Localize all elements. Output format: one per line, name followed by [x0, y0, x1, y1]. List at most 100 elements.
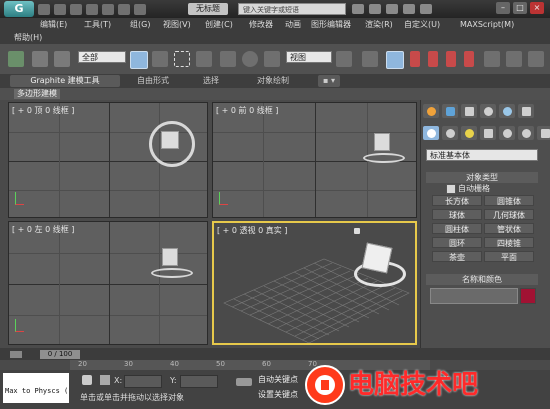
menu-item[interactable]: MAXScript(M) [460, 20, 514, 30]
select-manipulate-icon[interactable] [362, 51, 378, 67]
menu-item[interactable]: 工具(T) [84, 20, 111, 30]
viewport-perspective[interactable]: [ + 0 透视 0 真实 ] [212, 221, 417, 345]
polygon-modeling-label[interactable]: 多边形建模 [14, 89, 60, 99]
menu-item[interactable]: 组(G) [130, 20, 150, 30]
view-cube-icon[interactable] [361, 242, 393, 274]
search-icon[interactable] [352, 4, 364, 14]
search-input[interactable]: 键入关键字或短语 [238, 3, 346, 15]
primitive-type-dropdown[interactable]: 标准基本体 [426, 149, 538, 161]
select-move-icon[interactable] [220, 51, 236, 67]
viewport-label[interactable]: [ + 0 前 0 线框 ] [216, 105, 278, 116]
ribbon-options-icon[interactable]: ▪ ▾ [318, 75, 340, 87]
tab-freeform[interactable]: 自由形式 [128, 75, 178, 87]
primitive-button[interactable]: 茶壶 [432, 251, 482, 262]
help-icon[interactable] [420, 4, 432, 14]
open-file-icon[interactable] [54, 3, 66, 15]
primitive-button[interactable]: 长方体 [432, 195, 482, 206]
curve-editor-icon[interactable] [10, 351, 22, 358]
set-key-button[interactable]: 设置关键点 [258, 389, 298, 400]
menu-item[interactable]: 创建(C) [205, 20, 233, 30]
shapes-icon[interactable] [442, 126, 458, 140]
pivot-icon[interactable] [336, 51, 352, 67]
menu-item[interactable]: 视图(V) [163, 20, 191, 30]
select-scale-icon[interactable] [264, 51, 280, 67]
menu-item[interactable]: 图形编辑器 [311, 20, 351, 30]
app-logo-icon[interactable]: G [4, 1, 34, 17]
key-icon[interactable] [236, 378, 252, 386]
menu-item-help[interactable]: 帮助(H) [14, 33, 42, 43]
select-object-icon[interactable] [130, 51, 148, 69]
primitive-button[interactable]: 圆锥体 [484, 195, 534, 206]
primitive-button[interactable]: 圆柱体 [432, 223, 482, 234]
x-coord-input[interactable] [124, 375, 162, 388]
primitive-button[interactable]: 圆环 [432, 237, 482, 248]
utilities-tab-icon[interactable] [518, 104, 534, 118]
communication-icon[interactable] [386, 4, 398, 14]
tab-graphite-modeling[interactable]: Graphite 建模工具 [10, 75, 120, 87]
lights-icon[interactable] [461, 126, 477, 140]
new-file-icon[interactable] [38, 3, 50, 15]
viewport-label[interactable]: [ + 0 左 0 线框 ] [12, 224, 74, 235]
unlink-icon[interactable] [54, 51, 70, 67]
percent-snap-icon[interactable] [446, 51, 456, 67]
helpers-icon[interactable] [499, 126, 515, 140]
absolute-mode-icon[interactable] [100, 375, 110, 385]
home-icon[interactable] [354, 228, 360, 234]
reference-coordinate-dropdown[interactable]: 视图 [286, 51, 332, 63]
lock-selection-icon[interactable] [82, 375, 92, 385]
view-cube-icon[interactable] [374, 133, 390, 151]
menu-item[interactable]: 修改器 [249, 20, 273, 30]
menu-item[interactable]: 渲染(R) [365, 20, 393, 30]
cameras-icon[interactable] [480, 126, 496, 140]
spinner-snap-icon[interactable] [464, 51, 474, 67]
object-type-rollout-header[interactable]: 对象类型 [426, 172, 538, 183]
systems-icon[interactable] [537, 126, 550, 140]
viewport-top[interactable]: [ + 0 顶 0 线框 ] [8, 102, 208, 218]
snap-toggle-icon[interactable] [410, 51, 420, 67]
minimize-icon[interactable]: – [496, 2, 510, 14]
select-rotate-icon[interactable] [242, 51, 258, 67]
project-folder-icon[interactable] [118, 3, 130, 15]
object-color-swatch[interactable] [520, 288, 536, 304]
redo-icon[interactable] [102, 3, 114, 15]
viewport-label[interactable]: [ + 0 顶 0 线框 ] [12, 105, 74, 116]
name-color-rollout-header[interactable]: 名称和颜色 [426, 274, 538, 285]
tab-object-paint[interactable]: 对象绘制 [248, 75, 298, 87]
time-slider[interactable] [0, 348, 550, 360]
mirror-icon[interactable] [506, 51, 522, 67]
create-tab-icon[interactable] [423, 104, 439, 118]
link-icon[interactable] [32, 51, 48, 67]
selection-filter-dropdown[interactable]: 全部 [78, 51, 126, 63]
undo-icon[interactable] [8, 51, 24, 67]
y-coord-input[interactable] [180, 375, 218, 388]
primitive-button[interactable]: 几何球体 [484, 209, 534, 220]
close-icon[interactable]: × [530, 2, 544, 14]
object-name-input[interactable] [430, 288, 518, 304]
autogrid-checkbox[interactable] [446, 184, 456, 194]
keyboard-shortcut-icon[interactable] [386, 51, 404, 69]
align-icon[interactable] [528, 51, 544, 67]
undo-icon[interactable] [86, 3, 98, 15]
auto-key-button[interactable]: 自动关键点 [258, 374, 298, 385]
primitive-button[interactable]: 球体 [432, 209, 482, 220]
primitive-button[interactable]: 管状体 [484, 223, 534, 234]
subscription-icon[interactable] [369, 4, 381, 14]
view-cube-icon[interactable] [162, 248, 178, 266]
primitive-button[interactable]: 平面 [484, 251, 534, 262]
modify-tab-icon[interactable] [442, 104, 458, 118]
favorites-icon[interactable] [403, 4, 415, 14]
window-crossing-icon[interactable] [196, 51, 212, 67]
viewport-left[interactable]: [ + 0 左 0 线框 ] [8, 221, 208, 345]
save-file-icon[interactable] [70, 3, 82, 15]
select-by-name-icon[interactable] [152, 51, 168, 67]
maxscript-listener[interactable]: Max to Physcs ( [3, 373, 69, 403]
menu-item[interactable]: 编辑(E) [40, 20, 67, 30]
menu-item[interactable]: 自定义(U) [404, 20, 440, 30]
geometry-icon[interactable] [423, 126, 439, 140]
tab-selection[interactable]: 选择 [196, 75, 226, 87]
time-slider-thumb[interactable]: 0 / 100 [40, 350, 80, 359]
primitive-button[interactable]: 四棱锥 [484, 237, 534, 248]
view-cube-icon[interactable] [161, 131, 179, 149]
maximize-icon[interactable]: □ [513, 2, 527, 14]
menu-item[interactable]: 动画 [285, 20, 301, 30]
